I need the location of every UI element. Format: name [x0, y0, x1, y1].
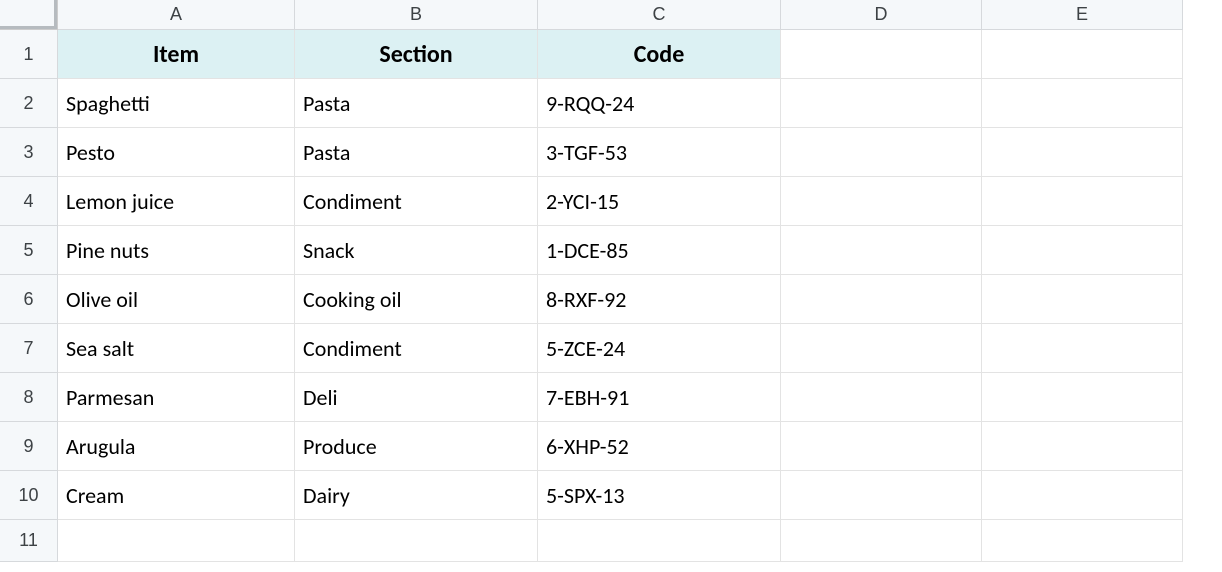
cell-c5[interactable]: 1-DCE-85 [538, 226, 781, 275]
col-header-e[interactable]: E [982, 0, 1183, 30]
row-header-1[interactable]: 1 [0, 30, 58, 79]
cell-e7[interactable] [982, 324, 1183, 373]
row-header-4[interactable]: 4 [0, 177, 58, 226]
cell-d5[interactable] [781, 226, 982, 275]
row-header-5[interactable]: 5 [0, 226, 58, 275]
cell-d9[interactable] [781, 422, 982, 471]
cell-d11[interactable] [781, 520, 982, 562]
row-header-9[interactable]: 9 [0, 422, 58, 471]
row-header-10[interactable]: 10 [0, 471, 58, 520]
cell-e5[interactable] [982, 226, 1183, 275]
select-all-corner[interactable] [0, 0, 58, 30]
col-header-d[interactable]: D [781, 0, 982, 30]
cell-a5[interactable]: Pine nuts [58, 226, 295, 275]
cell-b8[interactable]: Deli [295, 373, 538, 422]
cell-c2[interactable]: 9-RQQ-24 [538, 79, 781, 128]
cell-e9[interactable] [982, 422, 1183, 471]
cell-e8[interactable] [982, 373, 1183, 422]
spreadsheet-grid[interactable]: A B C D E 1 Item Section Code 2 Spaghett… [0, 0, 1222, 562]
cell-b7[interactable]: Condiment [295, 324, 538, 373]
cell-d3[interactable] [781, 128, 982, 177]
col-header-b[interactable]: B [295, 0, 538, 30]
cell-e6[interactable] [982, 275, 1183, 324]
header-item[interactable]: Item [58, 30, 295, 79]
cell-b3[interactable]: Pasta [295, 128, 538, 177]
cell-c10[interactable]: 5-SPX-13 [538, 471, 781, 520]
header-code[interactable]: Code [538, 30, 781, 79]
cell-d8[interactable] [781, 373, 982, 422]
cell-d10[interactable] [781, 471, 982, 520]
cell-a2[interactable]: Spaghetti [58, 79, 295, 128]
row-header-6[interactable]: 6 [0, 275, 58, 324]
cell-e4[interactable] [982, 177, 1183, 226]
cell-a10[interactable]: Cream [58, 471, 295, 520]
cell-b11[interactable] [295, 520, 538, 562]
row-header-3[interactable]: 3 [0, 128, 58, 177]
cell-c3[interactable]: 3-TGF-53 [538, 128, 781, 177]
cell-b9[interactable]: Produce [295, 422, 538, 471]
cell-c6[interactable]: 8-RXF-92 [538, 275, 781, 324]
cell-b10[interactable]: Dairy [295, 471, 538, 520]
cell-e3[interactable] [982, 128, 1183, 177]
row-header-2[interactable]: 2 [0, 79, 58, 128]
row-header-8[interactable]: 8 [0, 373, 58, 422]
cell-b2[interactable]: Pasta [295, 79, 538, 128]
cell-e11[interactable] [982, 520, 1183, 562]
row-header-11[interactable]: 11 [0, 520, 58, 562]
cell-a8[interactable]: Parmesan [58, 373, 295, 422]
cell-c11[interactable] [538, 520, 781, 562]
cell-a9[interactable]: Arugula [58, 422, 295, 471]
cell-c9[interactable]: 6-XHP-52 [538, 422, 781, 471]
cell-e2[interactable] [982, 79, 1183, 128]
col-header-c[interactable]: C [538, 0, 781, 30]
col-header-a[interactable]: A [58, 0, 295, 30]
cell-a11[interactable] [58, 520, 295, 562]
cell-b6[interactable]: Cooking oil [295, 275, 538, 324]
header-section[interactable]: Section [295, 30, 538, 79]
cell-a7[interactable]: Sea salt [58, 324, 295, 373]
cell-c4[interactable]: 2-YCI-15 [538, 177, 781, 226]
cell-d1[interactable] [781, 30, 982, 79]
row-header-7[interactable]: 7 [0, 324, 58, 373]
cell-c8[interactable]: 7-EBH-91 [538, 373, 781, 422]
cell-d7[interactable] [781, 324, 982, 373]
cell-e10[interactable] [982, 471, 1183, 520]
cell-b5[interactable]: Snack [295, 226, 538, 275]
cell-d6[interactable] [781, 275, 982, 324]
cell-d2[interactable] [781, 79, 982, 128]
cell-e1[interactable] [982, 30, 1183, 79]
cell-b4[interactable]: Condiment [295, 177, 538, 226]
cell-a6[interactable]: Olive oil [58, 275, 295, 324]
cell-a3[interactable]: Pesto [58, 128, 295, 177]
cell-d4[interactable] [781, 177, 982, 226]
cell-c7[interactable]: 5-ZCE-24 [538, 324, 781, 373]
cell-a4[interactable]: Lemon juice [58, 177, 295, 226]
